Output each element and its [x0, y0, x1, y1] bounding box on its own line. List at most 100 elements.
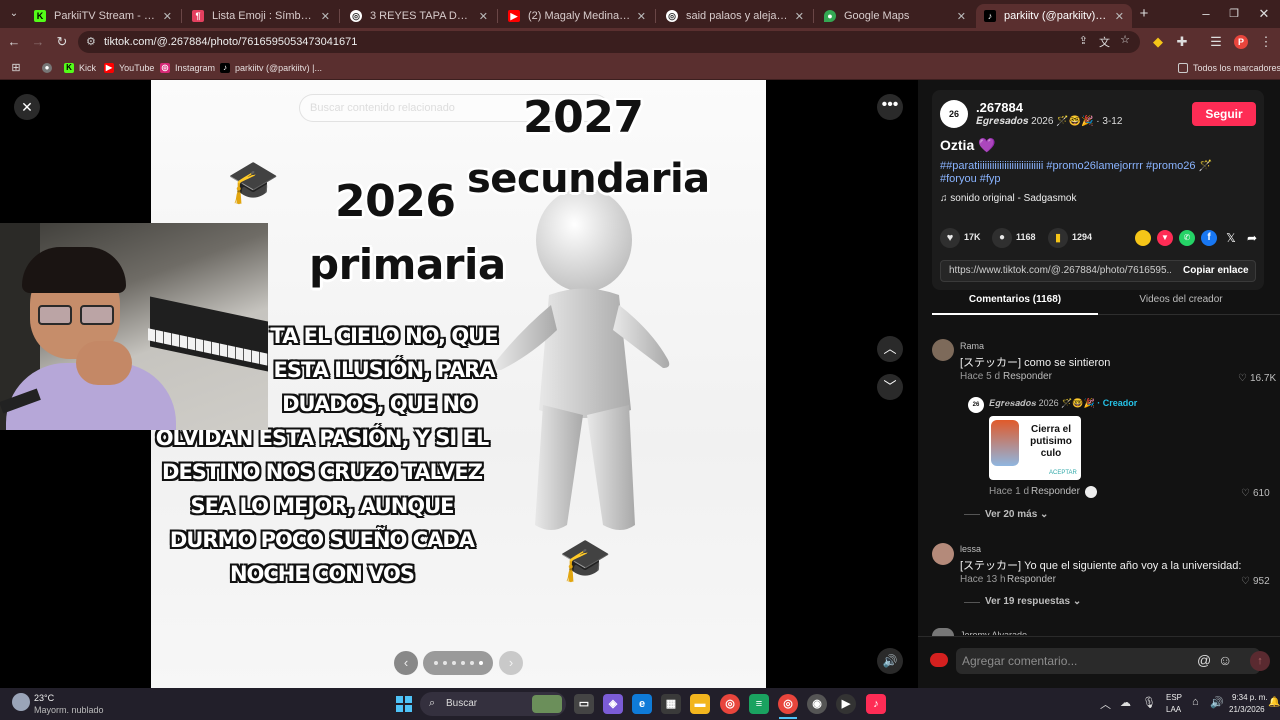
copilot-icon[interactable]: ◈	[603, 694, 623, 714]
commenter-name[interactable]: Rama	[960, 341, 984, 351]
tab-google-maps[interactable]: ● Google Maps ✕	[816, 4, 974, 28]
close-tab-icon[interactable]: ✕	[795, 10, 804, 23]
forward-arrow-icon[interactable]: →	[28, 32, 48, 52]
tab-creator-videos[interactable]: Videos del creador	[1098, 294, 1264, 316]
x-twitter-icon[interactable]: 𝕏	[1223, 230, 1239, 246]
windows-start-icon[interactable]	[396, 696, 412, 712]
comment-like-heart-icon[interactable]: ♡	[1241, 576, 1250, 587]
address-bar[interactable]: ⚙ tiktok.com/@.267884/photo/761659505347…	[78, 31, 1140, 53]
restore-window-icon[interactable]: ❐	[1224, 4, 1244, 24]
notifications-bell-icon[interactable]: 🔔	[1268, 697, 1280, 708]
reply-button[interactable]: Responder	[1003, 371, 1052, 382]
emoji-smile-icon[interactable]: ☺	[1218, 652, 1232, 668]
bookmark-tiktok[interactable]: ♪ parkiitv (@parkiitv) |...	[220, 60, 322, 76]
next-slide-button[interactable]: ›	[499, 651, 523, 675]
follow-button[interactable]: Seguir	[1192, 102, 1256, 126]
extensions-puzzle-icon[interactable]: ✚	[1172, 32, 1192, 52]
view-more-replies-button[interactable]: Ver 20 más ⌄	[985, 509, 1048, 520]
tab-emoji-list[interactable]: ¶ Lista Emoji : Símbolos emoji nu ✕	[184, 4, 338, 28]
tab-youtube[interactable]: ▶ (2) Magaly Medina sobre amp ✕	[500, 4, 654, 28]
close-tab-icon[interactable]: ✕	[957, 10, 966, 23]
sound-link[interactable]: ♫ sonido original - Sadgasmok	[940, 193, 1076, 204]
close-viewer-icon[interactable]: ✕	[14, 94, 40, 120]
task-view-icon[interactable]: ▭	[574, 694, 594, 714]
user-avatar[interactable]	[930, 653, 948, 667]
comment-input[interactable]: Agregar comentario... @ ☺	[956, 648, 1260, 674]
chrome-profile-icon[interactable]: ◎	[778, 694, 798, 714]
weather-temperature[interactable]: 23°C	[34, 693, 54, 703]
comment-bubble-icon[interactable]: ●	[992, 228, 1012, 248]
close-tab-icon[interactable]: ✕	[163, 10, 172, 23]
apps-grid-icon[interactable]: ⊞	[6, 58, 26, 78]
next-post-chevron-down-icon[interactable]: ﹀	[877, 374, 903, 400]
save-bookmark-icon[interactable]: ▮	[1048, 228, 1068, 248]
bookmark-kick[interactable]: K Kick	[64, 60, 96, 76]
tab-said[interactable]: ◎ said palaos y alejandra baigor ✕	[658, 4, 812, 28]
commenter-avatar[interactable]	[932, 628, 954, 636]
comment-like-heart-icon[interactable]: ♡	[1238, 373, 1247, 384]
commenter-name[interactable]: lessa	[960, 544, 981, 554]
close-tab-icon[interactable]: ✕	[479, 10, 488, 23]
site-info-icon[interactable]: ⚙	[86, 35, 96, 48]
creator-avatar[interactable]: 26	[940, 100, 968, 128]
onedrive-cloud-icon[interactable]: ☁	[1120, 696, 1131, 709]
close-tab-icon[interactable]: ✕	[637, 10, 646, 23]
keyboard-layout[interactable]: LAA	[1166, 705, 1181, 714]
previous-slide-button[interactable]: ‹	[394, 651, 418, 675]
hashtags-line[interactable]: ##paratiiiiiiiiiiiiiiiiiiiiiiiiiii #prom…	[940, 159, 1258, 172]
share-arrow-icon[interactable]: ➦	[1244, 230, 1260, 246]
profile-avatar[interactable]: P	[1234, 35, 1248, 49]
share-send-icon[interactable]: ▼	[1157, 230, 1173, 246]
language-code[interactable]: ESP	[1166, 693, 1182, 702]
whatsapp-icon[interactable]: ✆	[1179, 230, 1195, 246]
reply-sticker[interactable]: Cierra el putisimo culo ACEPTAR	[989, 416, 1081, 480]
copy-link-button[interactable]: Copiar enlace	[1183, 265, 1249, 276]
bookmark-youtube[interactable]: ▶ YouTube	[104, 60, 154, 76]
slide-dot[interactable]	[478, 661, 483, 665]
extension-icon[interactable]: ◆	[1148, 32, 1168, 52]
obs-icon[interactable]: ◉	[807, 694, 827, 714]
share-embed-icon[interactable]	[1135, 230, 1151, 246]
store-icon[interactable]: ▦	[661, 694, 681, 714]
slide-dot[interactable]	[433, 661, 438, 665]
media-player-icon[interactable]: ▶	[836, 694, 856, 714]
previous-post-chevron-up-icon[interactable]: ︿	[877, 336, 903, 362]
taskbar-search-box[interactable]: ⌕ Buscar	[420, 692, 566, 716]
minimize-icon[interactable]: –	[1196, 4, 1216, 24]
slide-dot[interactable]	[451, 661, 456, 665]
weather-description[interactable]: Mayorm. nublado	[34, 705, 104, 715]
network-icon[interactable]: ⌂	[1192, 696, 1199, 708]
slide-dot[interactable]	[460, 661, 465, 665]
reply-author[interactable]: 𝑬𝒈𝒓𝒆𝒔𝒂𝒅𝒐𝒔 2026 🪄🤓🎉 · Creador	[989, 398, 1137, 409]
commenter-avatar[interactable]	[932, 339, 954, 361]
back-arrow-icon[interactable]: ←	[4, 32, 24, 52]
view-more-replies-button[interactable]: Ver 19 respuestas ⌄	[985, 596, 1081, 607]
notepad-icon[interactable]: ≡	[749, 694, 769, 714]
more-options-icon[interactable]: •••	[877, 94, 903, 120]
facebook-icon[interactable]: f	[1201, 230, 1217, 246]
tab-kick[interactable]: K ParkiiTV Stream - Kick Dashboa ✕	[26, 4, 180, 28]
microphone-icon[interactable]: 🎙	[1142, 696, 1156, 709]
weather-cloud-icon[interactable]	[12, 693, 30, 711]
new-tab-plus-icon[interactable]: +	[1134, 4, 1154, 24]
show-hidden-icons-chevron-icon[interactable]: ︿	[1100, 696, 1111, 712]
tab-reyes[interactable]: ◎ 3 REYES TAPA DURA 2026 PRE ✕	[342, 4, 496, 28]
reply-like-heart-icon[interactable]: ♡	[1241, 488, 1250, 499]
post-comment-arrow-icon[interactable]: ↑	[1250, 651, 1270, 671]
install-app-icon[interactable]: ⇪	[1079, 34, 1088, 47]
volume-icon[interactable]: 🔊	[1210, 696, 1224, 709]
reading-list-icon[interactable]: ☰	[1206, 32, 1226, 52]
slide-dot[interactable]	[469, 661, 474, 665]
close-tab-icon[interactable]: ✕	[1115, 10, 1124, 23]
bookmark-star-icon[interactable]: ☆	[1120, 33, 1130, 46]
chrome-icon[interactable]: ◎	[720, 694, 740, 714]
commenter-avatar[interactable]	[932, 543, 954, 565]
tiktok-app-icon[interactable]: ♪	[866, 694, 886, 714]
browser-menu-icon[interactable]: ⋮	[1256, 32, 1276, 52]
all-bookmarks[interactable]: Todos los marcadores	[1178, 60, 1280, 76]
reply-button[interactable]: Responder	[1007, 574, 1056, 585]
bookmark-chrome[interactable]: ●	[42, 60, 57, 76]
tab-search-chevron-icon[interactable]: ⌄	[4, 4, 24, 24]
creator-username[interactable]: .267884	[976, 100, 1023, 115]
slide-dot[interactable]	[442, 661, 447, 665]
